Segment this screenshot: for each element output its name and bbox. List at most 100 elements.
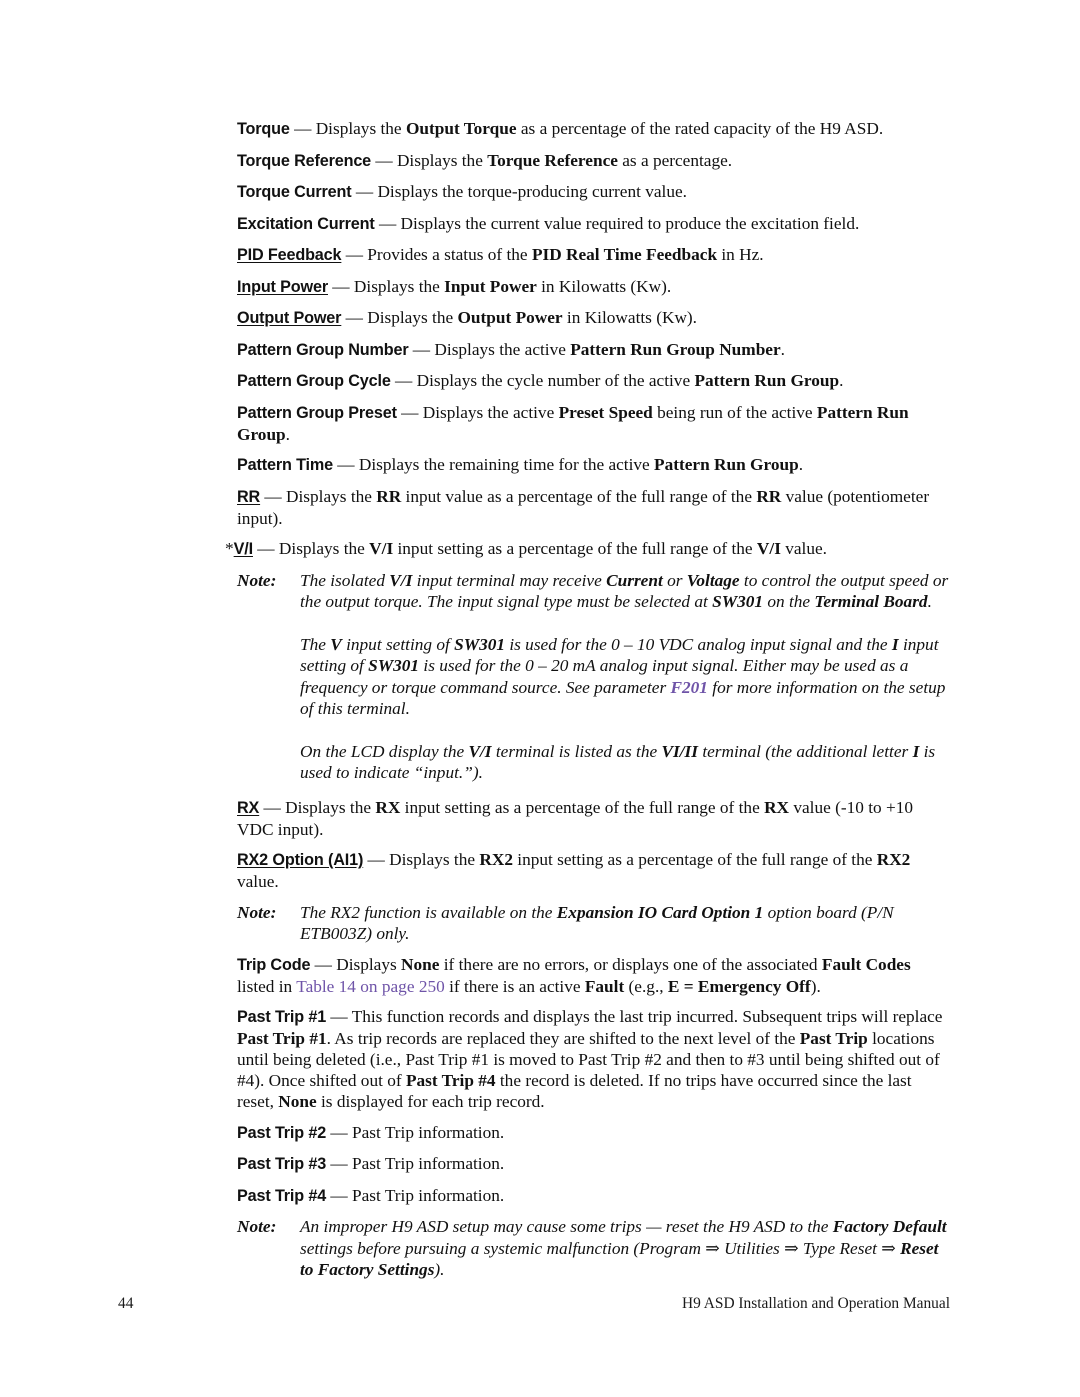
page-body: Torque — Displays the Output Torque as a… xyxy=(225,118,949,1290)
definition-pattern-group-preset: Pattern Group Preset — Displays the acti… xyxy=(237,402,949,445)
text-run: Output Power xyxy=(457,308,563,327)
text-run: is displayed for each trip record. xyxy=(316,1092,545,1111)
text-run: terminal is listed as the xyxy=(491,741,662,761)
text-run: RX xyxy=(375,797,401,817)
text-run: — Displays the xyxy=(341,308,458,327)
definition-rx2-option: RX2 Option (AI1) — Displays the RX2 inpu… xyxy=(237,849,949,892)
definition-torque-reference: Torque Reference — Displays the Torque R… xyxy=(237,150,949,172)
text-run: settings before pursuing a systemic malf… xyxy=(300,1238,901,1258)
text-run: — Displays the active xyxy=(408,339,571,359)
page-footer: 44 H9 ASD Installation and Operation Man… xyxy=(118,1295,950,1313)
note-body: The RX2 function is available on the Exp… xyxy=(300,902,949,945)
text-run: — Displays the xyxy=(289,119,406,138)
term-headword: Pattern Time xyxy=(237,456,333,474)
text-run: None xyxy=(278,1092,317,1111)
text-run: The isolated xyxy=(300,570,390,590)
note-paragraph: The RX2 function is available on the Exp… xyxy=(300,902,949,945)
text-run: RX2 xyxy=(479,850,513,869)
text-run: value. xyxy=(780,539,827,558)
term-headword: Pattern Group Preset xyxy=(237,403,397,422)
text-run: On the LCD display the xyxy=(300,741,469,761)
text-run: — Displays the torque-producing current … xyxy=(351,182,687,201)
text-run: — Past Trip information. xyxy=(326,1154,505,1173)
text-run: — Provides a status of the xyxy=(341,245,532,264)
definition-pattern-group-number: Pattern Group Number — Displays the acti… xyxy=(237,339,949,361)
note-paragraph: On the LCD display the V/I terminal is l… xyxy=(300,741,949,784)
document-page: Torque — Displays the Output Torque as a… xyxy=(0,0,1080,1397)
text-run: Pattern Run Group xyxy=(694,371,840,390)
note-note-rx2: Note: The RX2 function is available on th… xyxy=(237,902,949,945)
text-run: RR xyxy=(376,486,402,506)
definition-output-power: Output Power — Displays the Output Power… xyxy=(237,307,949,329)
text-run: The RX2 function is available on the xyxy=(300,902,557,922)
text-run: — This function records and displays the… xyxy=(326,1007,943,1026)
text-run: Past Trip xyxy=(799,1029,868,1048)
text-run: . As trip records are replaced they are … xyxy=(326,1029,800,1048)
term-headword: Past Trip #3 xyxy=(237,1155,327,1173)
text-run: SW301 xyxy=(454,634,506,654)
note-label: Note: xyxy=(237,1217,277,1236)
text-run: Preset Speed xyxy=(558,402,653,422)
text-run: — Displays the xyxy=(252,539,370,558)
text-run: — Displays the xyxy=(371,150,488,170)
text-run: value. xyxy=(237,872,279,891)
text-run: — Displays xyxy=(310,954,402,974)
text-run: VI/II xyxy=(661,741,698,761)
text-run: — Displays the xyxy=(363,850,480,869)
note-body: The isolated V/I input terminal may rece… xyxy=(300,570,949,784)
text-run: Current xyxy=(606,570,663,590)
text-run: SW301 xyxy=(712,592,764,611)
definition-pattern-group-cycle: Pattern Group Cycle — Displays the cycle… xyxy=(237,370,949,392)
text-run: PID Real Time Feedback xyxy=(531,245,718,264)
note-body: An improper H9 ASD setup may cause some … xyxy=(300,1216,949,1281)
text-run: Fault xyxy=(584,976,625,996)
text-run: Torque Reference xyxy=(487,150,618,170)
definition-vi: *V/I — Displays the V/I input setting as… xyxy=(225,538,949,560)
text-run: — Displays the cycle number of the activ… xyxy=(390,371,695,390)
manual-title: H9 ASD Installation and Operation Manual xyxy=(681,1295,950,1312)
note-paragraph: The isolated V/I input terminal may rece… xyxy=(300,570,949,613)
text-run: — Past Trip information. xyxy=(326,1185,505,1205)
note-note-vi: Note: The isolated V/I input terminal may… xyxy=(237,570,949,784)
hyperlink[interactable]: Table 14 on page 250 xyxy=(296,977,445,996)
text-run: Pattern Run Group Number xyxy=(570,339,781,359)
definition-pid-feedback: PID Feedback — Provides a status of the … xyxy=(237,244,949,266)
definition-past-trip-4: Past Trip #4 — Past Trip information. xyxy=(237,1185,949,1207)
note-paragraph: An improper H9 ASD setup may cause some … xyxy=(300,1216,949,1281)
definition-torque: Torque — Displays the Output Torque as a… xyxy=(237,118,949,140)
text-run: SW301 xyxy=(368,656,420,675)
text-run: V/I xyxy=(389,570,413,590)
term-headword: Output Power xyxy=(237,309,342,327)
text-run: An improper H9 ASD setup may cause some … xyxy=(300,1217,833,1236)
text-run: — Past Trip information. xyxy=(326,1122,505,1142)
text-run: . xyxy=(839,371,844,390)
definition-input-power: Input Power — Displays the Input Power i… xyxy=(237,276,949,298)
note-note-improper-setup: Note: An improper H9 ASD setup may cause … xyxy=(237,1216,949,1281)
page-number: 44 xyxy=(118,1295,134,1312)
text-run: Factory Default xyxy=(832,1217,947,1236)
text-run: Past Trip #4 xyxy=(405,1071,496,1090)
text-run: I xyxy=(891,634,899,654)
text-run: V/I xyxy=(756,539,781,558)
text-run: input value as a percentage of the full … xyxy=(401,486,757,506)
term-headword: Torque Current xyxy=(237,183,352,201)
term-headword: Trip Code xyxy=(237,955,311,974)
term-headword: Pattern Group Number xyxy=(237,340,409,359)
term-headword: Past Trip #4 xyxy=(237,1186,327,1205)
text-run: as a percentage of the rated capacity of… xyxy=(516,119,884,138)
text-run: * xyxy=(225,539,234,558)
term-headword: RX2 Option (AI1) xyxy=(237,851,364,869)
note-label: Note: xyxy=(237,902,277,922)
text-run: Voltage xyxy=(686,570,740,590)
text-run: or xyxy=(662,570,687,590)
text-run: — Displays the xyxy=(259,797,376,817)
text-run: V/I xyxy=(369,539,394,558)
text-run: is used for the 0 – 10 VDC analog input … xyxy=(505,634,892,654)
text-run: — Displays the active xyxy=(396,402,559,422)
text-run: E = Emergency Off xyxy=(667,976,811,996)
hyperlink[interactable]: F201 xyxy=(671,678,708,697)
text-run: — Displays the xyxy=(327,276,445,296)
note-paragraph: The V input setting of SW301 is used for… xyxy=(300,634,949,720)
text-run: as a percentage. xyxy=(617,150,733,170)
text-run: RR xyxy=(756,486,782,506)
